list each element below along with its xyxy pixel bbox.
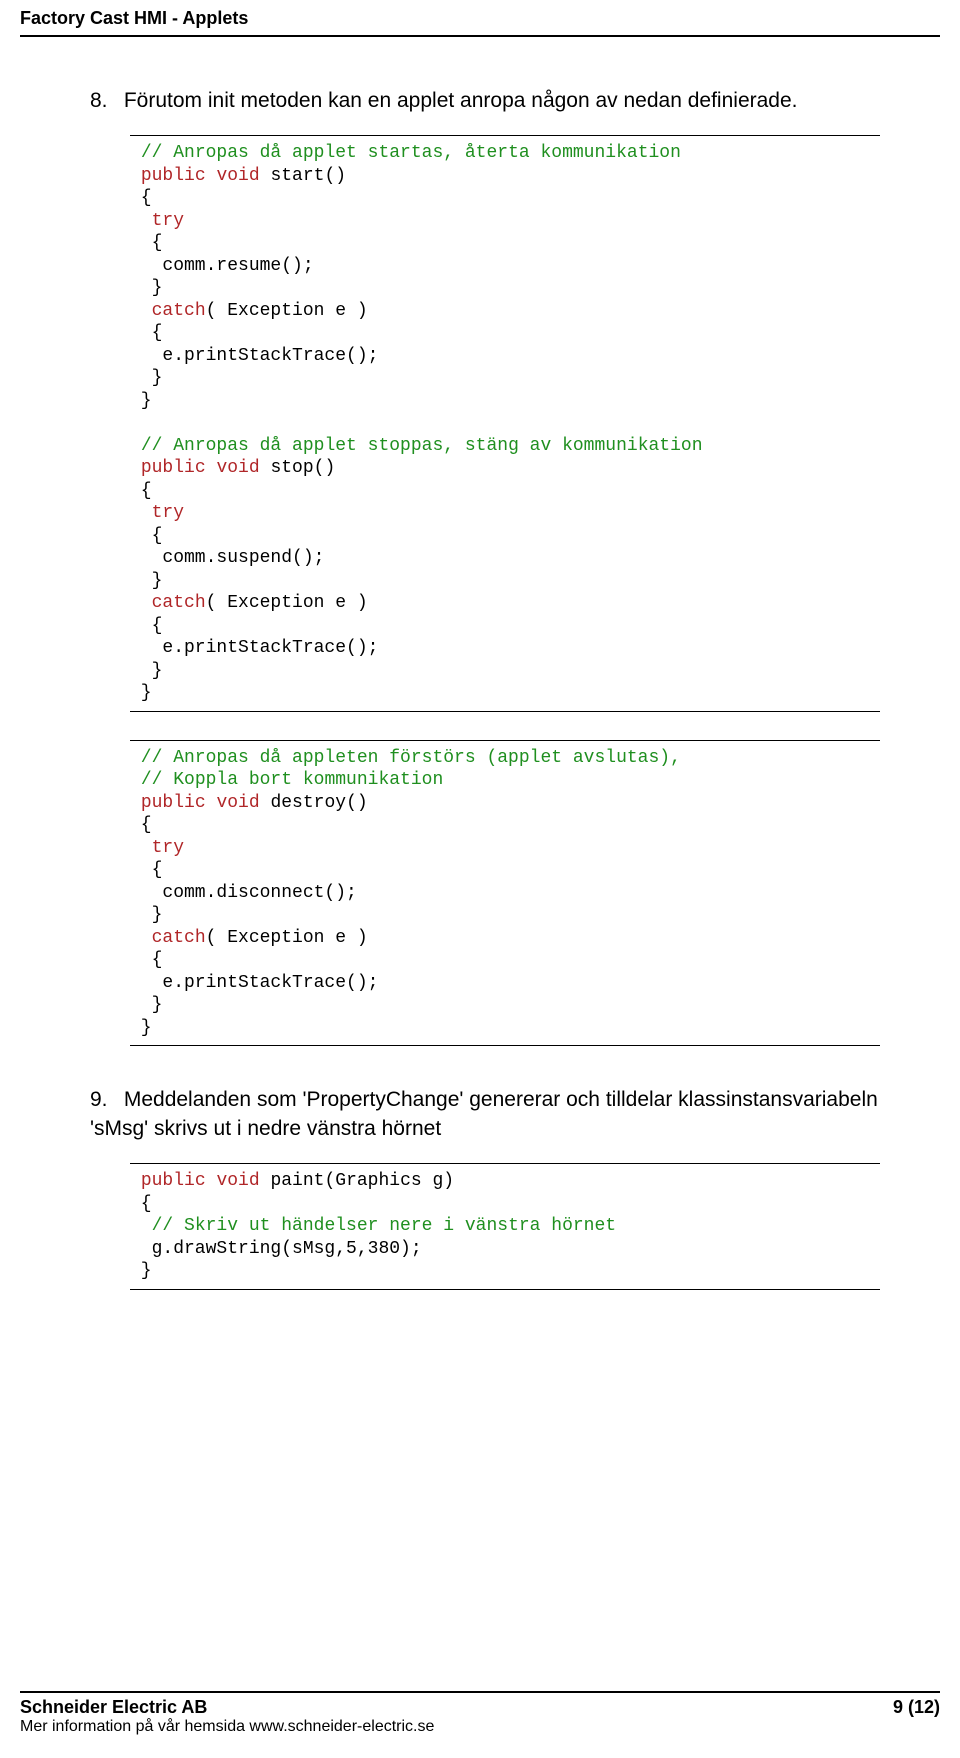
code-keyword: public [141, 1171, 206, 1191]
code-text: { [130, 481, 152, 501]
code-keyword: void [216, 166, 259, 186]
code-rule-top-1 [130, 135, 880, 136]
code-text: comm.resume(); [130, 256, 314, 276]
page-footer: Schneider Electric AB Mer information på… [20, 1691, 940, 1736]
code-text: start() [260, 166, 346, 186]
code-block-1: // Anropas då applet startas, återta kom… [130, 142, 880, 705]
code-text: { [130, 815, 152, 835]
code-text: ( Exception e ) [206, 301, 368, 321]
code-text: } [130, 571, 162, 591]
header-title: Factory Cast HMI - Applets [20, 8, 248, 28]
code-text: } [130, 1018, 152, 1038]
code-text: } [130, 661, 162, 681]
code-comment: // Koppla bort kommunikation [141, 770, 443, 790]
code-comment: // Anropas då applet startas, återta kom… [141, 143, 681, 163]
code-text: } [130, 905, 162, 925]
code-keyword: public [141, 166, 206, 186]
code-text: ( Exception e ) [206, 928, 368, 948]
code-text: } [130, 995, 162, 1015]
code-text: { [130, 233, 162, 253]
code-text: { [130, 860, 162, 880]
code-comment: // Anropas då applet stoppas, stäng av k… [141, 436, 703, 456]
code-text: ( Exception e ) [206, 593, 368, 613]
code-text: g.drawString(sMsg,5,380); [130, 1239, 422, 1259]
code-keyword: catch [152, 593, 206, 613]
code-keyword: public [141, 458, 206, 478]
content: 8. Förutom init metoden kan en applet an… [0, 37, 960, 1290]
code-text: } [130, 391, 152, 411]
code-comment: // Anropas då appleten förstörs (applet … [130, 748, 681, 768]
code-text: e.printStackTrace(); [130, 346, 378, 366]
page: Factory Cast HMI - Applets 8. Förutom in… [0, 0, 960, 1758]
code-text: { [130, 188, 152, 208]
section-8-text: Förutom init metoden kan en applet anrop… [124, 89, 798, 112]
section-9-heading: 9. Meddelanden som 'PropertyChange' gene… [90, 1086, 880, 1143]
section-9-text: Meddelanden som 'PropertyChange' generer… [90, 1088, 878, 1139]
page-header: Factory Cast HMI - Applets [0, 0, 960, 33]
section-8-heading: 8. Förutom init metoden kan en applet an… [90, 87, 880, 115]
footer-page-number: 9 (12) [893, 1697, 940, 1736]
code-keyword: void [216, 1171, 259, 1191]
code-keyword: try [152, 503, 184, 523]
code-keyword: public [141, 793, 206, 813]
code-keyword: catch [152, 301, 206, 321]
section-9-number: 9. [90, 1086, 118, 1114]
code-text: } [130, 683, 152, 703]
footer-rule [20, 1691, 940, 1693]
code-keyword: try [152, 211, 184, 231]
code-comment: // Skriv ut händelser nere i vänstra hör… [152, 1216, 616, 1236]
code-block-2: // Anropas då appleten förstörs (applet … [130, 747, 880, 1040]
code-text: { [130, 950, 162, 970]
code-keyword: void [216, 793, 259, 813]
code-text: } [130, 368, 162, 388]
code-text: } [130, 1261, 152, 1281]
code-text: stop() [260, 458, 336, 478]
code-rule-bottom-3 [130, 1289, 880, 1290]
code-keyword: try [152, 838, 184, 858]
code-text: comm.suspend(); [130, 548, 324, 568]
code-text: paint(Graphics g) [260, 1171, 454, 1191]
code-text: comm.disconnect(); [130, 883, 357, 903]
code-rule-top-3 [130, 1163, 880, 1164]
code-text: { [130, 526, 162, 546]
code-text: { [130, 1194, 152, 1214]
section-8-number: 8. [90, 87, 118, 115]
code-text: destroy() [260, 793, 368, 813]
footer-company: Schneider Electric AB [20, 1697, 434, 1718]
code-keyword: void [216, 458, 259, 478]
code-text: e.printStackTrace(); [130, 638, 378, 658]
code-text: e.printStackTrace(); [130, 973, 378, 993]
code-block-3: public void paint(Graphics g) { // Skriv… [130, 1170, 880, 1283]
code-text: } [130, 278, 162, 298]
code-text: { [130, 323, 162, 343]
code-keyword: catch [152, 928, 206, 948]
code-rule-bottom-2 [130, 1045, 880, 1046]
code-rule-top-2 [130, 740, 880, 741]
footer-subtext: Mer information på vår hemsida www.schne… [20, 1718, 434, 1736]
code-text: { [130, 616, 162, 636]
